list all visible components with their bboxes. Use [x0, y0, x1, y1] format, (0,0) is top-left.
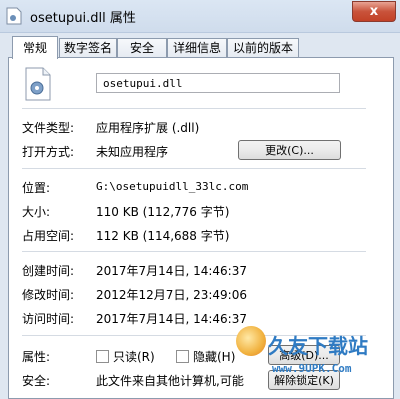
- readonly-checkbox[interactable]: 只读(R): [96, 348, 155, 365]
- title-bar: osetupui.dll 属性 x: [0, 0, 400, 33]
- modified-label: 修改时间:: [22, 288, 75, 302]
- security-label: 安全:: [22, 374, 51, 388]
- open-with-value: 未知应用程序: [96, 145, 169, 159]
- tab-details[interactable]: 详细信息: [167, 38, 227, 57]
- size-label: 大小:: [22, 205, 51, 219]
- tab-security[interactable]: 安全: [117, 38, 167, 57]
- window-title: osetupui.dll 属性: [30, 11, 136, 26]
- file-gear-icon: [25, 67, 51, 101]
- security-value: 此文件来自其他计算机,可能: [96, 374, 244, 388]
- attributes-label: 属性:: [22, 350, 51, 364]
- created-label: 创建时间:: [22, 264, 75, 278]
- file-name-field[interactable]: osetupui.dll: [96, 73, 340, 93]
- watermark-text: 久友下载站: [268, 334, 368, 358]
- checkbox-box[interactable]: [176, 350, 189, 363]
- separator: [22, 251, 366, 252]
- watermark-url: www.9UPK.Com: [272, 362, 352, 375]
- separator: [22, 168, 366, 169]
- checkbox-box[interactable]: [96, 350, 109, 363]
- tab-general[interactable]: 常规: [12, 36, 58, 59]
- tab-digital-signatures[interactable]: 数字签名: [59, 38, 117, 57]
- change-button[interactable]: 更改(C)...: [238, 140, 341, 160]
- hidden-label: 隐藏(H): [193, 350, 236, 364]
- size-on-disk-value: 112 KB (114,688 字节): [96, 229, 230, 243]
- accessed-value: 2017年7月14日, 14:46:37: [96, 312, 247, 326]
- size-on-disk-label: 占用空间:: [22, 229, 75, 243]
- type-value: 应用程序扩展 (.dll): [96, 121, 200, 135]
- location-label: 位置:: [22, 181, 51, 195]
- dll-file-icon: [6, 7, 22, 25]
- close-button[interactable]: x: [352, 1, 396, 22]
- created-value: 2017年7月14日, 14:46:37: [96, 264, 247, 278]
- separator: [22, 108, 366, 109]
- size-value: 110 KB (112,776 字节): [96, 205, 230, 219]
- readonly-label: 只读(R): [113, 350, 155, 364]
- tab-previous-versions[interactable]: 以前的版本: [227, 38, 299, 57]
- type-label: 文件类型:: [22, 121, 75, 135]
- tab-bar: 常规 数字签名 安全 详细信息 以前的版本: [0, 36, 400, 59]
- modified-value: 2012年12月7日, 23:49:06: [96, 288, 247, 302]
- accessed-label: 访问时间:: [22, 312, 75, 326]
- hidden-checkbox[interactable]: 隐藏(H): [176, 348, 235, 365]
- open-with-label: 打开方式:: [22, 145, 75, 159]
- watermark-logo: [236, 326, 266, 356]
- location-value: G:\osetupuidll_33lc.com: [96, 180, 249, 193]
